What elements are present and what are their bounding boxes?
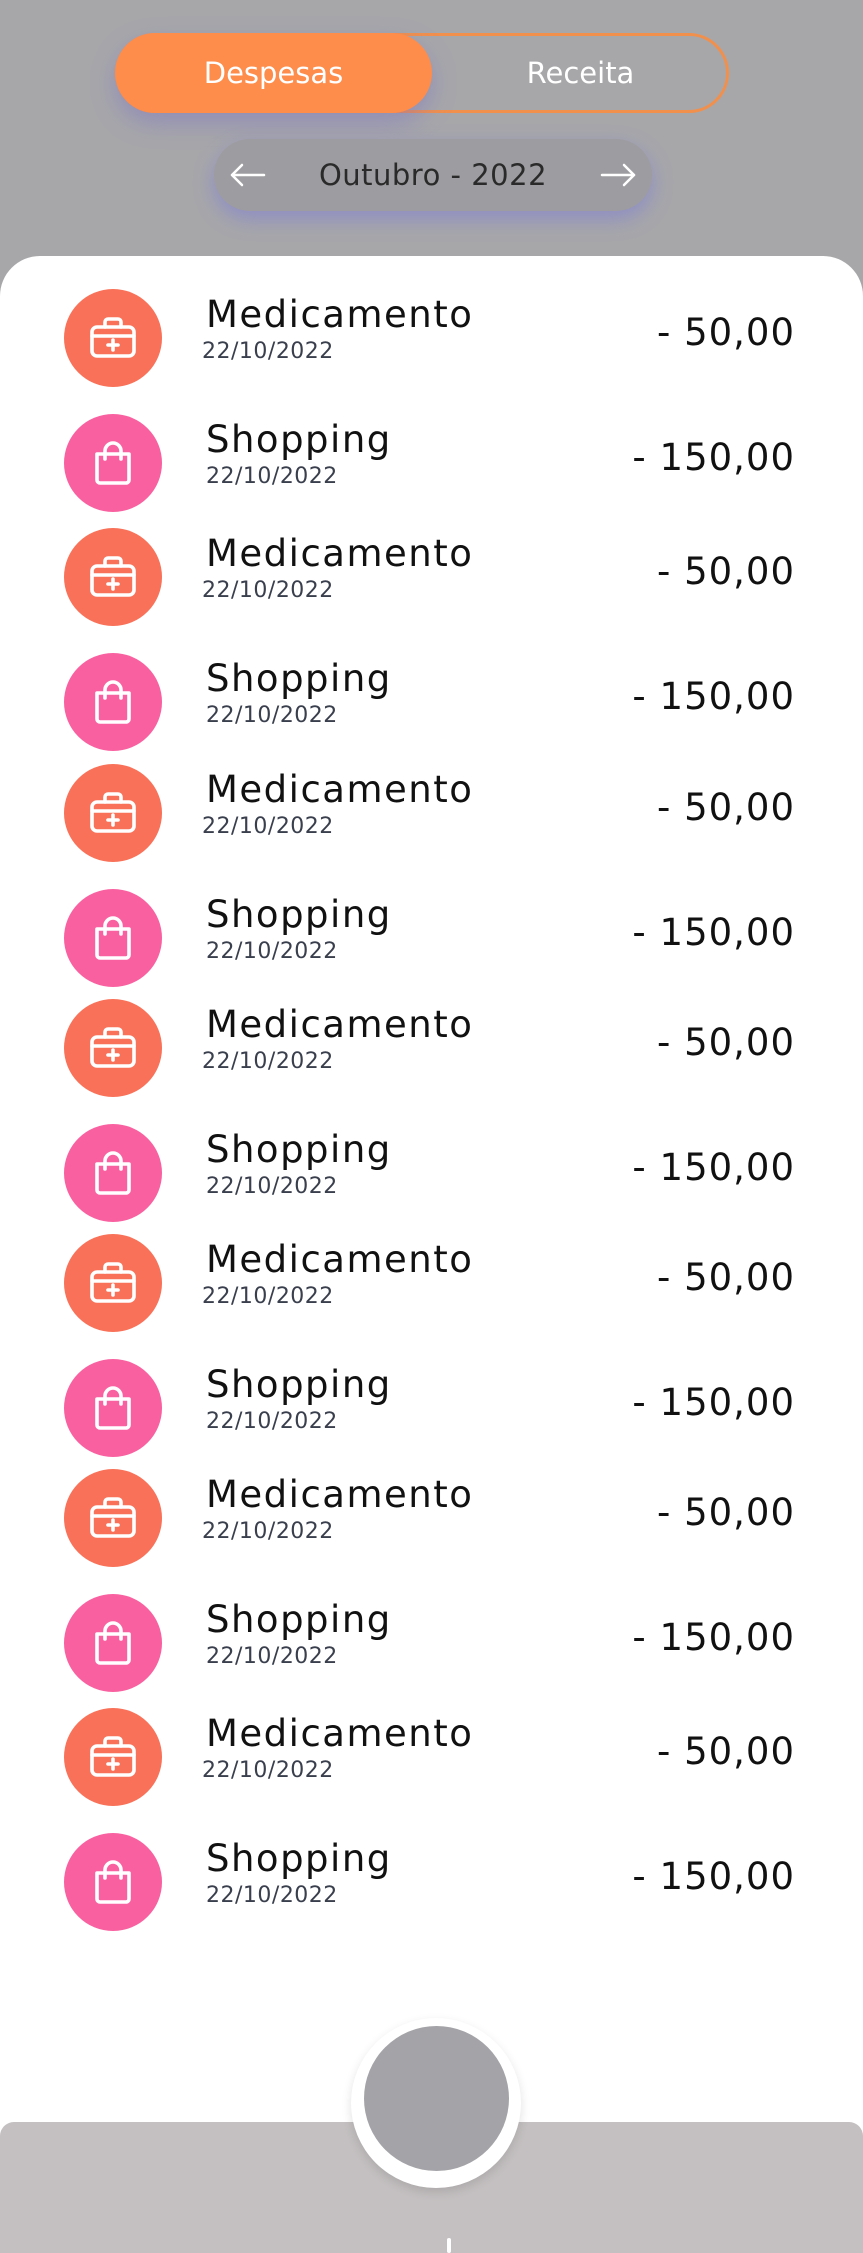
transaction-row[interactable]: Medicamento 22/10/2022 - 50,00 (0, 289, 863, 399)
add-button[interactable] (364, 2026, 509, 2171)
transaction-row[interactable]: Shopping 22/10/2022 - 150,00 (0, 1833, 863, 1943)
transactions-sheet: Medicamento 22/10/2022 - 50,00 Shopping 22/… (0, 256, 863, 2136)
transaction-amount: - 150,00 (632, 1381, 795, 1424)
transaction-title: Shopping (206, 1363, 392, 1406)
transaction-row[interactable]: Medicamento 22/10/2022 - 50,00 (0, 999, 863, 1109)
transaction-date: 22/10/2022 (206, 1174, 338, 1199)
medical-kit-icon (64, 764, 162, 862)
transaction-amount: - 50,00 (656, 311, 795, 354)
transaction-title: Shopping (206, 1598, 392, 1641)
transaction-row[interactable]: Shopping 22/10/2022 - 150,00 (0, 653, 863, 763)
shopping-bag-icon (64, 889, 162, 987)
transaction-date: 22/10/2022 (206, 939, 338, 964)
transaction-row[interactable]: Shopping 22/10/2022 - 150,00 (0, 1359, 863, 1469)
expense-income-toggle: Despesas Receita (115, 33, 729, 113)
transaction-title: Medicamento (206, 1473, 474, 1516)
transaction-title: Shopping (206, 1837, 392, 1880)
transaction-title: Medicamento (206, 1712, 474, 1755)
shopping-bag-icon (64, 1594, 162, 1692)
transaction-date: 22/10/2022 (202, 1519, 334, 1544)
month-label: Outubro - 2022 (318, 158, 548, 192)
transaction-title: Shopping (206, 657, 392, 700)
transaction-title: Shopping (206, 1128, 392, 1171)
transaction-row[interactable]: Medicamento 22/10/2022 - 50,00 (0, 1469, 863, 1579)
transaction-amount: - 150,00 (632, 436, 795, 479)
app-screen: Despesas Receita Outubro - 2022 Medicame… (0, 0, 863, 2253)
transaction-amount: - 150,00 (632, 1146, 795, 1189)
transaction-title: Medicamento (206, 1003, 474, 1046)
transaction-title: Medicamento (206, 293, 474, 336)
transaction-date: 22/10/2022 (206, 703, 338, 728)
shopping-bag-icon (64, 1359, 162, 1457)
transaction-row[interactable]: Medicamento 22/10/2022 - 50,00 (0, 528, 863, 638)
transaction-row[interactable]: Shopping 22/10/2022 - 150,00 (0, 1594, 863, 1704)
transaction-title: Medicamento (206, 1238, 474, 1281)
transaction-row[interactable]: Shopping 22/10/2022 - 150,00 (0, 1124, 863, 1234)
transaction-date: 22/10/2022 (202, 1284, 334, 1309)
transaction-date: 22/10/2022 (206, 464, 338, 489)
transaction-amount: - 50,00 (656, 786, 795, 829)
transaction-amount: - 150,00 (632, 1616, 795, 1659)
transaction-row[interactable]: Medicamento 22/10/2022 - 50,00 (0, 1708, 863, 1818)
transaction-amount: - 50,00 (656, 550, 795, 593)
tab-receita[interactable]: Receita (432, 33, 729, 113)
transaction-row[interactable]: Shopping 22/10/2022 - 150,00 (0, 889, 863, 999)
arrow-left-icon[interactable] (226, 153, 270, 197)
shopping-bag-icon (64, 414, 162, 512)
medical-kit-icon (64, 999, 162, 1097)
medical-kit-icon (64, 289, 162, 387)
medical-kit-icon (64, 1708, 162, 1806)
transaction-date: 22/10/2022 (206, 1409, 338, 1434)
transaction-amount: - 50,00 (656, 1730, 795, 1773)
shopping-bag-icon (64, 1833, 162, 1931)
transaction-date: 22/10/2022 (202, 339, 334, 364)
medical-kit-icon (64, 1234, 162, 1332)
transaction-title: Medicamento (206, 532, 474, 575)
transaction-amount: - 50,00 (656, 1256, 795, 1299)
arrow-right-icon[interactable] (596, 153, 640, 197)
transaction-row[interactable]: Shopping 22/10/2022 - 150,00 (0, 414, 863, 524)
transaction-date: 22/10/2022 (202, 814, 334, 839)
month-selector: Outubro - 2022 (214, 139, 652, 211)
transaction-list: Medicamento 22/10/2022 - 50,00 Shopping 22/… (0, 256, 863, 2006)
transaction-row[interactable]: Medicamento 22/10/2022 - 50,00 (0, 1234, 863, 1344)
transaction-date: 22/10/2022 (206, 1644, 338, 1669)
transaction-amount: - 150,00 (632, 911, 795, 954)
transaction-date: 22/10/2022 (206, 1883, 338, 1908)
shopping-bag-icon (64, 1124, 162, 1222)
transaction-title: Medicamento (206, 768, 474, 811)
shopping-bag-icon (64, 653, 162, 751)
transaction-amount: - 150,00 (632, 675, 795, 718)
medical-kit-icon (64, 528, 162, 626)
transaction-date: 22/10/2022 (202, 1049, 334, 1074)
nav-indicator (447, 2238, 451, 2253)
transaction-amount: - 150,00 (632, 1855, 795, 1898)
transaction-title: Shopping (206, 893, 392, 936)
transaction-amount: - 50,00 (656, 1021, 795, 1064)
medical-kit-icon (64, 1469, 162, 1567)
transaction-row[interactable]: Medicamento 22/10/2022 - 50,00 (0, 764, 863, 874)
transaction-date: 22/10/2022 (202, 1758, 334, 1783)
transaction-amount: - 50,00 (656, 1491, 795, 1534)
transaction-title: Shopping (206, 418, 392, 461)
tab-despesas[interactable]: Despesas (115, 33, 432, 113)
transaction-date: 22/10/2022 (202, 578, 334, 603)
